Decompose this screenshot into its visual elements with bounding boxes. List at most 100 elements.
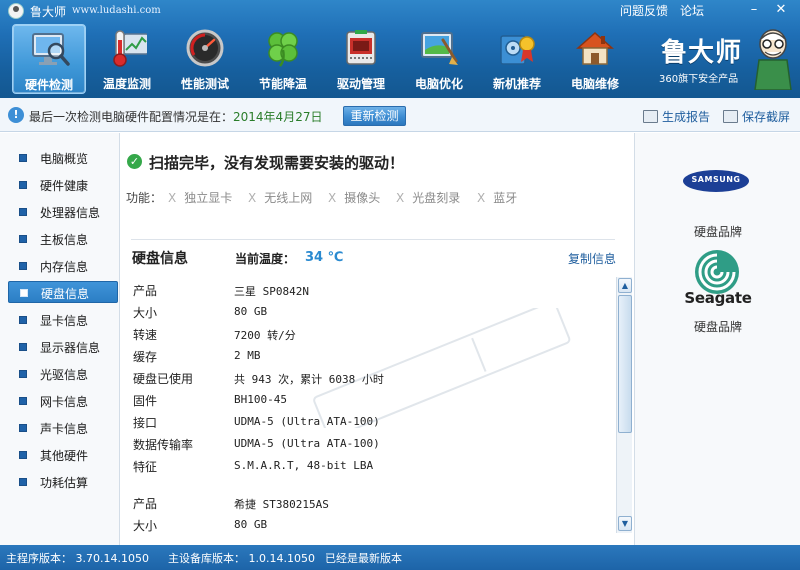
nav-energy-save[interactable]: 节能降温: [246, 24, 320, 94]
sidebar-item-label: 内存信息: [40, 260, 89, 274]
info-row: 数据传输率 UDMA-5 (Ultra ATA-100): [133, 433, 603, 453]
info-row: 大小 80 GB: [133, 301, 603, 321]
last-check-text: 最后一次检测电脑硬件配置情况是在：2014年4月27日: [29, 108, 322, 125]
bullet-icon: [19, 316, 27, 324]
x-mark-icon: X: [168, 191, 177, 205]
sidebar-item-label: 电脑概览: [40, 152, 89, 166]
nav-hardware-detect[interactable]: 硬件检测: [12, 24, 86, 94]
function-item: X 光盘刻录: [396, 189, 460, 206]
nav-pc-optimize[interactable]: 电脑优化: [402, 24, 476, 94]
sidebar-item-power-estimate[interactable]: 功耗估算: [8, 471, 118, 493]
sidebar-item-graphics[interactable]: 显卡信息: [8, 309, 118, 331]
bullet-icon: [19, 235, 27, 243]
info-key: 缓存: [133, 350, 158, 364]
scroll-down-button[interactable]: ▼: [618, 516, 632, 531]
house-wrench-icon: [576, 31, 614, 65]
minimize-button[interactable]: –: [745, 2, 763, 18]
info-value: 共 943 次，累计 6038 小时: [234, 373, 384, 386]
sidebar-item-network-card[interactable]: 网卡信息: [8, 390, 118, 412]
scroll-thumb[interactable]: [618, 295, 632, 433]
nav-driver-manage[interactable]: 驱动管理: [324, 24, 398, 94]
function-item-label: 独立显卡: [184, 191, 233, 205]
generate-report-button[interactable]: 生成报告: [643, 108, 710, 125]
x-mark-icon: X: [396, 191, 405, 205]
bullet-icon: [19, 181, 27, 189]
function-item: X 蓝牙: [477, 189, 517, 206]
brand-panel: SAMSUNG 硬盘品牌 Seagate 硬盘品牌: [634, 133, 800, 545]
bullet-icon: [19, 208, 27, 216]
sidebar-item-label: 显卡信息: [40, 314, 89, 328]
info-key: 大小: [133, 519, 158, 533]
sidebar-item-sound-card[interactable]: 声卡信息: [8, 417, 118, 439]
nav-label: 性能测试: [180, 77, 229, 91]
nav-label: 电脑维修: [570, 77, 619, 91]
sidebar-item-optical-drive[interactable]: 光驱信息: [8, 363, 118, 385]
feedback-link[interactable]: 问题反馈: [620, 2, 668, 19]
samsung-logo-text: SAMSUNG: [691, 175, 741, 184]
vertical-scrollbar[interactable]: ▲ ▼: [616, 277, 632, 533]
info-key: 接口: [133, 416, 158, 430]
bullet-icon: [19, 397, 27, 405]
info-key: 数据传输率: [133, 438, 194, 452]
brand-name: 鲁大师: [661, 38, 743, 68]
seagate-logo-text: Seagate: [684, 289, 752, 307]
scan-result-title: 扫描完毕，没有发现需要安装的驱动！: [149, 154, 405, 172]
sidebar-item-cpu[interactable]: 处理器信息: [8, 201, 118, 223]
nav-label: 节能降温: [258, 77, 307, 91]
function-item: X 独立显卡: [168, 189, 232, 206]
info-row: 特征 S.M.A.R.T, 48-bit LBA: [133, 455, 603, 475]
info-row: 产品 希捷 ST380215AS: [133, 492, 603, 512]
generate-report-label: 生成报告: [662, 110, 711, 124]
nav-label: 电脑优化: [414, 77, 463, 91]
bullet-icon: [19, 451, 27, 459]
function-item: X 摄像头: [328, 189, 380, 206]
copy-info-link[interactable]: 复制信息: [568, 250, 616, 267]
bullet-icon: [19, 262, 27, 270]
forum-link[interactable]: 论坛: [680, 2, 704, 19]
function-item-label: 蓝牙: [493, 191, 518, 205]
nav-temperature[interactable]: 温度监测: [90, 24, 164, 94]
nav-label: 温度监测: [102, 77, 151, 91]
info-row: 固件 BH100-45: [133, 389, 603, 409]
thermometer-icon: [113, 30, 147, 67]
clover-icon: [268, 32, 298, 67]
app-title: 鲁大师: [30, 5, 67, 19]
nav-label: 新机推荐: [492, 77, 541, 91]
temperature-label: 当前温度：: [235, 252, 296, 266]
recheck-button[interactable]: 重新检测: [343, 106, 406, 126]
save-screenshot-button[interactable]: 保存截屏: [723, 108, 790, 125]
nav-new-pc-recommend[interactable]: 新机推荐: [480, 24, 554, 94]
sidebar-item-hardware-health[interactable]: 硬件健康: [8, 174, 118, 196]
sidebar-item-overview[interactable]: 电脑概览: [8, 147, 118, 169]
camera-icon: [723, 110, 738, 123]
info-row: 转速 7200 转/分: [133, 323, 603, 343]
bullet-icon: [19, 424, 27, 432]
sidebar-item-monitor[interactable]: 显示器信息: [8, 336, 118, 358]
close-button[interactable]: ✕: [772, 2, 790, 18]
main-content: ✓ 扫描完毕，没有发现需要安装的驱动！ 功能： X 独立显卡 X 无线上网 X 摄像头…: [121, 133, 633, 545]
scroll-up-button[interactable]: ▲: [618, 278, 632, 293]
sidebar-item-other-hardware[interactable]: 其他硬件: [8, 444, 118, 466]
section-title: 硬盘信息: [132, 251, 188, 267]
broom-screen-icon: [421, 32, 458, 65]
hard-drive-award-icon: [500, 35, 535, 65]
nav-pc-repair[interactable]: 电脑维修: [558, 24, 632, 94]
x-mark-icon: X: [248, 191, 257, 205]
function-item-label: 无线上网: [264, 191, 313, 205]
functions-label: 功能：: [126, 191, 163, 205]
save-screenshot-label: 保存截屏: [742, 110, 791, 124]
bullet-icon: [19, 154, 27, 162]
bullet-icon: [19, 370, 27, 378]
info-row: 大小 80 GB: [133, 514, 603, 533]
app-url: www.ludashi.com: [72, 5, 161, 16]
printer-icon: [643, 110, 658, 123]
temperature-value: 34 ℃: [305, 250, 344, 265]
sidebar-item-memory[interactable]: 内存信息: [8, 255, 118, 277]
sidebar-item-label: 硬件健康: [40, 179, 89, 193]
sidebar-item-hard-disk[interactable]: 硬盘信息: [8, 281, 118, 303]
divider: [131, 239, 615, 240]
info-row: 硬盘已使用 共 943 次，累计 6038 小时: [133, 367, 603, 387]
nav-performance[interactable]: 性能测试: [168, 24, 242, 94]
sidebar-item-motherboard[interactable]: 主板信息: [8, 228, 118, 250]
info-value: 2 MB: [234, 349, 261, 362]
